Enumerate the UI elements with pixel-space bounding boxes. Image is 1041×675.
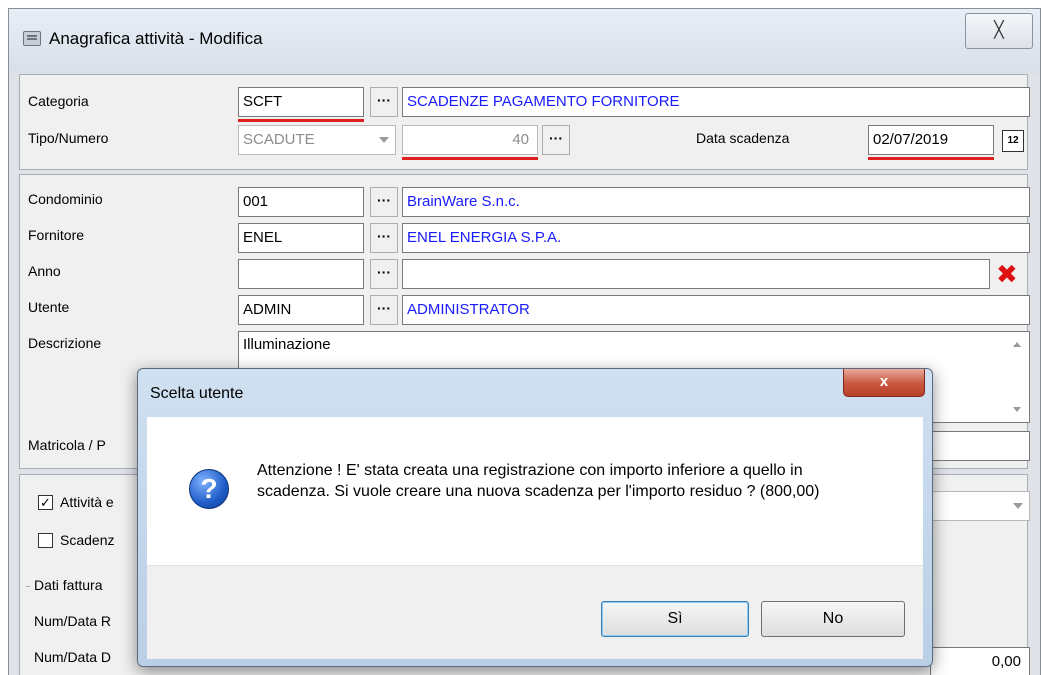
dialog-title: Scelta utente bbox=[150, 385, 244, 402]
descrizione-value: Illuminazione bbox=[243, 336, 331, 353]
fornitore-lookup-button[interactable]: ··· bbox=[370, 223, 398, 253]
window-title: Anagrafica attività - Modifica bbox=[49, 29, 263, 48]
categoria-desc-field[interactable]: SCADENZE PAGAMENTO FORNITORE bbox=[402, 87, 1030, 117]
fornitore-code-field[interactable]: ENEL bbox=[238, 223, 364, 253]
yes-button[interactable]: Sì bbox=[601, 601, 749, 637]
condominio-lookup-button[interactable]: ··· bbox=[370, 187, 398, 217]
chevron-down-icon bbox=[1013, 503, 1023, 509]
utente-desc-field[interactable]: ADMINISTRATOR bbox=[402, 295, 1030, 325]
categoria-lookup-button[interactable]: ··· bbox=[370, 87, 398, 117]
descrizione-label: Descrizione bbox=[28, 335, 102, 351]
window-icon bbox=[23, 31, 41, 46]
anno-label: Anno bbox=[28, 263, 61, 279]
window-close-button[interactable]: ╳ bbox=[965, 13, 1033, 49]
attivita-label: Attività e bbox=[60, 494, 114, 510]
condominio-label: Condominio bbox=[28, 191, 103, 207]
anno-lookup-button[interactable]: ··· bbox=[370, 259, 398, 289]
condominio-code-field[interactable]: 001 bbox=[238, 187, 364, 217]
num-data-r-label: Num/Data R bbox=[34, 613, 112, 629]
confirm-dialog: Scelta utente x ? Attenzione ! E' stata … bbox=[137, 368, 933, 667]
scroll-up-icon[interactable] bbox=[1013, 342, 1021, 347]
fornitore-label: Fornitore bbox=[28, 227, 85, 243]
categoria-code-field[interactable]: SCFT bbox=[238, 87, 364, 117]
categoria-label: Categoria bbox=[28, 93, 89, 109]
dialog-close-button[interactable]: x bbox=[843, 369, 925, 397]
chevron-down-icon bbox=[379, 137, 389, 143]
tipo-numero-label: Tipo/Numero bbox=[28, 130, 109, 146]
dialog-message: Attenzione ! E' stata creata una registr… bbox=[257, 462, 820, 500]
header-panel: Categoria SCFT ··· SCADENZE PAGAMENTO FO… bbox=[19, 74, 1030, 170]
anno-desc-field[interactable] bbox=[402, 259, 990, 289]
tipo-value: SCADUTE bbox=[243, 131, 315, 148]
data-scadenza-required-mark bbox=[868, 157, 994, 160]
no-button[interactable]: No bbox=[761, 601, 905, 637]
categoria-required-mark bbox=[238, 119, 364, 122]
fornitore-desc-field[interactable]: ENEL ENERGIA S.P.A. bbox=[402, 223, 1030, 253]
calendar-icon[interactable]: 12 bbox=[1002, 130, 1024, 152]
scroll-down-icon[interactable] bbox=[1013, 407, 1021, 412]
group-border bbox=[26, 586, 30, 587]
question-icon: ? bbox=[189, 469, 229, 509]
num-data-d-label: Num/Data D bbox=[34, 649, 112, 665]
importo-field[interactable]: 0,00 bbox=[930, 647, 1030, 675]
tipo-dropdown[interactable]: SCADUTE bbox=[238, 125, 396, 155]
utente-label: Utente bbox=[28, 299, 70, 315]
condominio-desc-field[interactable]: BrainWare S.n.c. bbox=[402, 187, 1030, 217]
utente-lookup-button[interactable]: ··· bbox=[370, 295, 398, 325]
scadenza-label: Scadenz bbox=[60, 532, 115, 548]
title-bar: Anagrafica attività - Modifica ╳ bbox=[9, 9, 1040, 73]
anno-code-field[interactable] bbox=[238, 259, 364, 289]
data-scadenza-field[interactable]: 02/07/2019 bbox=[868, 125, 994, 155]
attivita-checkbox[interactable]: ✓ bbox=[38, 495, 53, 510]
matricola-label: Matricola / P bbox=[28, 437, 106, 453]
lower-dropdown[interactable] bbox=[920, 491, 1030, 521]
dati-fattura-label: Dati fattura bbox=[34, 577, 103, 593]
clear-x-icon[interactable]: ✖ bbox=[996, 260, 1018, 288]
dialog-body: ? Attenzione ! E' stata creata una regis… bbox=[147, 417, 923, 565]
numero-field[interactable]: 40 bbox=[402, 125, 538, 155]
numero-lookup-button[interactable]: ··· bbox=[542, 125, 570, 155]
dialog-footer: Sì No bbox=[147, 565, 923, 659]
scadenza-checkbox[interactable] bbox=[38, 533, 53, 548]
numero-required-mark bbox=[402, 157, 538, 160]
data-scadenza-label: Data scadenza bbox=[696, 130, 790, 146]
utente-code-field[interactable]: ADMIN bbox=[238, 295, 364, 325]
